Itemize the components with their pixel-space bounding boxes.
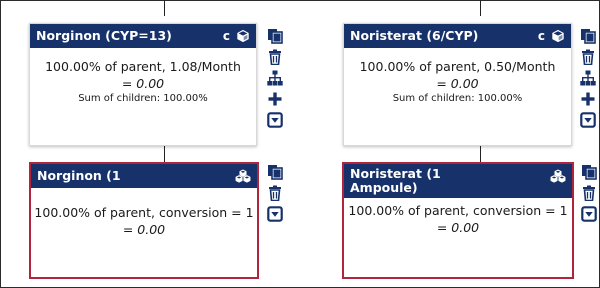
- percent-of-parent: 100.00% of parent, 1.08/Month: [45, 59, 241, 74]
- node-card-noristerat-child[interactable]: Noristerat (1 Ampoule) 100.00% of parent…: [342, 162, 574, 279]
- sum-of-children: Sum of children: 100.00%: [392, 93, 523, 104]
- node-header: Noristerat (1 Ampoule): [344, 164, 572, 198]
- node-value: = 0.00: [436, 220, 480, 235]
- node-title-line2: Ampoule): [350, 180, 418, 195]
- connector-line: [480, 0, 481, 16]
- dropdown-icon[interactable]: [267, 112, 283, 128]
- sitemap-icon[interactable]: [267, 70, 283, 86]
- copy-icon[interactable]: [581, 164, 597, 180]
- trash-icon[interactable]: [267, 49, 283, 65]
- node-title: Noristerat (6/CYP): [350, 28, 479, 43]
- connector-line: [164, 0, 165, 16]
- cubes-icon[interactable]: [235, 169, 251, 183]
- trash-icon[interactable]: [580, 49, 596, 65]
- dropdown-icon[interactable]: [580, 112, 596, 128]
- node-title: Norginon (CYP=13): [36, 28, 172, 43]
- node-body: 100.00% of parent, conversion = 1 = 0.00: [344, 198, 572, 236]
- node-card-noristerat-cyp[interactable]: Noristerat (6/CYP) c 100.00% of parent, …: [343, 23, 572, 146]
- node-header: Norginon (CYP=13) c: [30, 24, 256, 48]
- cube-icon[interactable]: [236, 29, 250, 43]
- cube-icon[interactable]: [551, 29, 565, 43]
- node-header: Norginon (1: [31, 164, 257, 188]
- connector-line: [164, 146, 165, 162]
- node-value: = 0.00: [436, 76, 479, 91]
- c-label[interactable]: c: [538, 24, 545, 48]
- plus-icon[interactable]: [580, 91, 596, 107]
- sum-of-children: Sum of children: 100.00%: [78, 93, 208, 104]
- node-title: Norginon (1: [37, 168, 121, 183]
- copy-icon[interactable]: [267, 164, 283, 180]
- node-header: Noristerat (6/CYP) c: [344, 24, 571, 48]
- cubes-icon[interactable]: [550, 169, 566, 183]
- copy-icon[interactable]: [267, 28, 283, 44]
- c-label[interactable]: c: [223, 24, 230, 48]
- node-body: 100.00% of parent, conversion = 1 = 0.00: [31, 188, 257, 238]
- node-actions: [266, 164, 284, 222]
- dropdown-icon[interactable]: [267, 206, 283, 222]
- sitemap-icon[interactable]: [580, 70, 596, 86]
- node-body: 100.00% of parent, 1.08/Month = 0.00 Sum…: [30, 48, 256, 106]
- node-value: = 0.00: [122, 222, 166, 237]
- node-card-norginon-cyp[interactable]: Norginon (CYP=13) c 100.00% of parent, 1…: [29, 23, 257, 146]
- node-actions: [580, 164, 598, 222]
- percent-of-parent: 100.00% of parent, conversion = 1: [34, 205, 254, 220]
- percent-of-parent: 100.00% of parent, conversion = 1: [348, 203, 568, 218]
- percent-of-parent: 100.00% of parent, 0.50/Month: [359, 59, 556, 74]
- node-actions: [266, 28, 284, 128]
- trash-icon[interactable]: [267, 185, 283, 201]
- plus-icon[interactable]: [267, 91, 283, 107]
- node-card-norginon-child[interactable]: Norginon (1 100.00% of parent, conversio…: [29, 162, 259, 279]
- copy-icon[interactable]: [580, 28, 596, 44]
- node-value: = 0.00: [121, 76, 165, 91]
- dropdown-icon[interactable]: [581, 206, 597, 222]
- node-title: Noristerat (1: [350, 166, 441, 181]
- trash-icon[interactable]: [581, 185, 597, 201]
- connector-line: [480, 146, 481, 162]
- node-actions: [579, 28, 597, 128]
- node-body: 100.00% of parent, 0.50/Month = 0.00 Sum…: [344, 48, 571, 106]
